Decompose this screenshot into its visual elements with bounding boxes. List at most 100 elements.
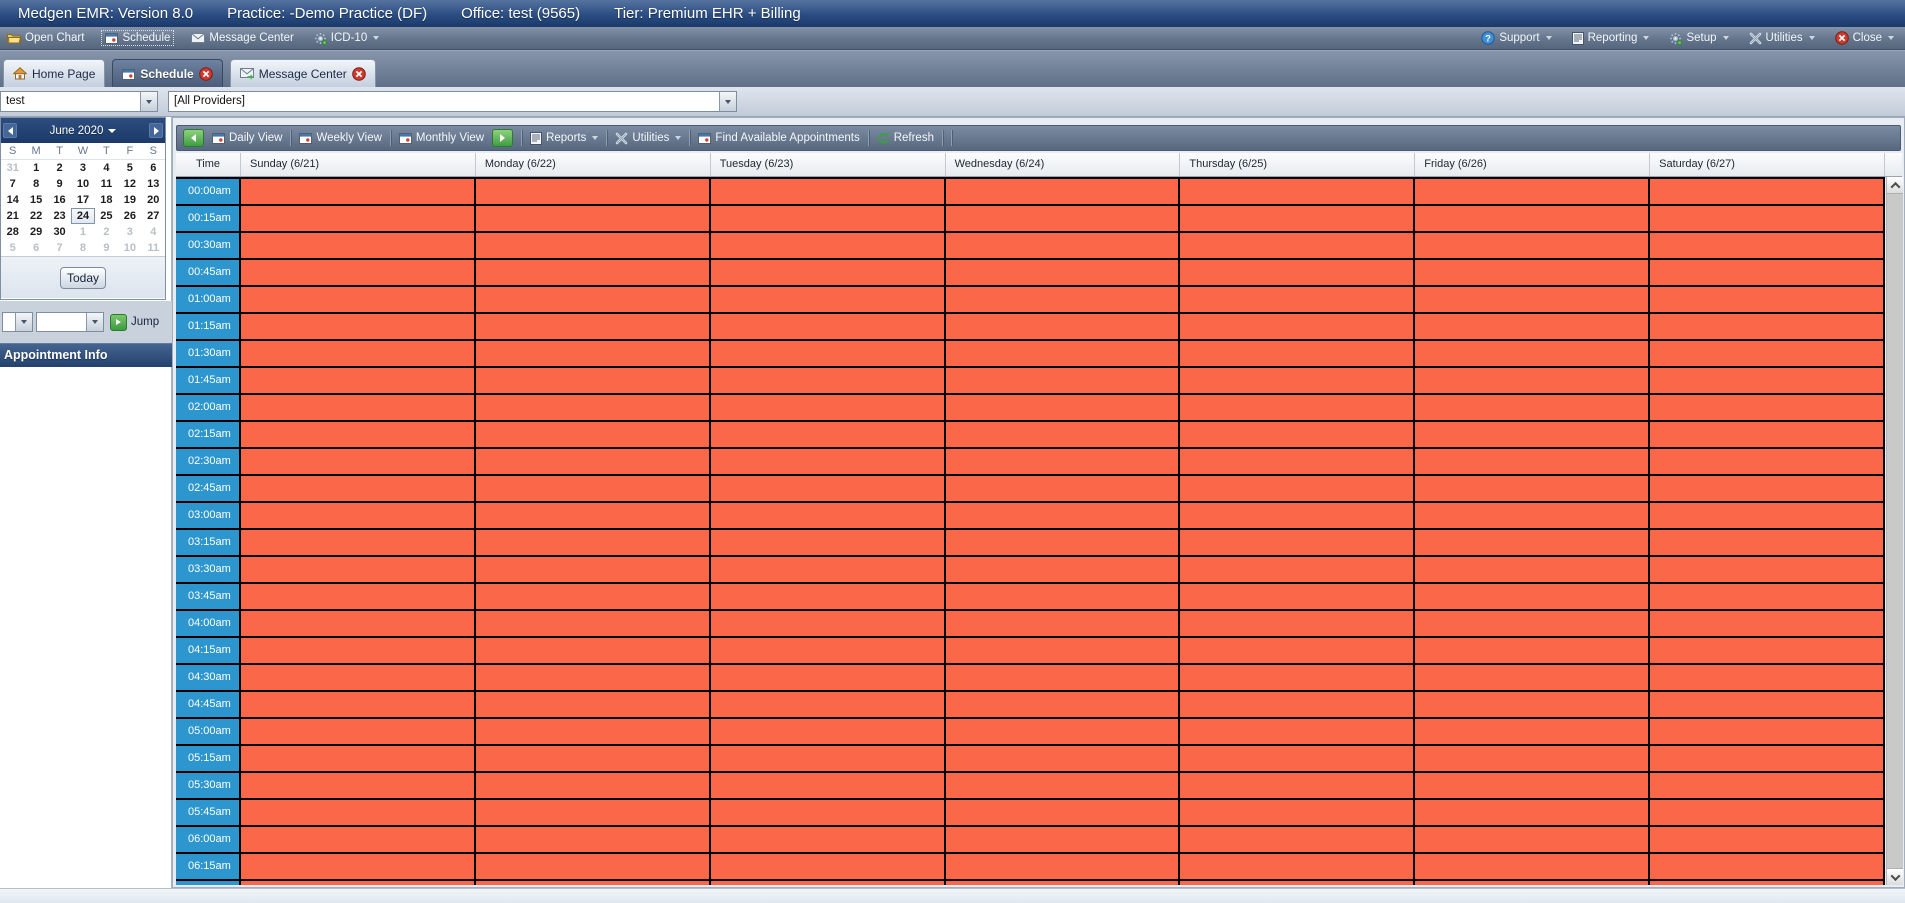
schedule-slot[interactable] [946,449,1181,476]
schedule-slot[interactable] [1180,206,1415,233]
schedule-slot[interactable] [1650,476,1885,503]
calendar-day[interactable]: 2 [95,224,118,240]
tab-schedule[interactable]: Schedule [112,59,222,87]
schedule-slot[interactable] [1180,287,1415,314]
schedule-slot[interactable] [476,530,711,557]
close-tab-icon[interactable] [352,67,366,81]
horizontal-scrollbar[interactable] [0,888,1905,903]
schedule-slot[interactable] [1415,611,1650,638]
schedule-slot[interactable] [1415,584,1650,611]
schedule-slot[interactable] [476,800,711,827]
schedule-slot[interactable] [1415,827,1650,854]
schedule-slot[interactable] [711,611,946,638]
calendar-day[interactable]: 14 [1,192,24,208]
schedule-slot[interactable] [711,395,946,422]
schedule-slot[interactable] [1180,854,1415,881]
schedule-slot[interactable] [1650,557,1885,584]
schedule-slot[interactable] [946,557,1181,584]
schedule-slot[interactable] [241,881,476,885]
schedule-slot[interactable] [1415,260,1650,287]
schedule-slot[interactable] [476,287,711,314]
schedule-slot[interactable] [1180,827,1415,854]
calendar-day[interactable]: 11 [95,176,118,192]
schedule-slot[interactable] [946,206,1181,233]
schedule-slot[interactable] [241,206,476,233]
chevron-down-icon[interactable] [86,313,103,331]
schedule-slot[interactable] [1415,422,1650,449]
provider-select[interactable]: [All Providers] [168,91,737,112]
toolbar-support[interactable]: ?Support [1478,30,1554,46]
schedule-slot[interactable] [1180,503,1415,530]
schedule-slot[interactable] [1415,692,1650,719]
schedule-slot[interactable] [711,827,946,854]
calendar-day[interactable]: 13 [142,176,165,192]
schedule-slot[interactable] [946,638,1181,665]
calendar-day[interactable]: 8 [71,240,94,256]
schedule-slot[interactable] [1180,422,1415,449]
schedule-slot[interactable] [241,395,476,422]
schedule-slot[interactable] [946,881,1181,885]
schedule-slot[interactable] [1650,584,1885,611]
schedule-slot[interactable] [1650,179,1885,206]
schedule-slot[interactable] [946,476,1181,503]
schedule-slot[interactable] [946,827,1181,854]
schedule-slot[interactable] [476,179,711,206]
calendar-day[interactable]: 1 [24,160,47,176]
schedule-slot[interactable] [946,422,1181,449]
sched-reports-button[interactable]: Reports [530,132,598,145]
calendar-day[interactable]: 26 [118,208,141,224]
schedule-slot[interactable] [1650,206,1885,233]
schedule-slot[interactable] [1180,260,1415,287]
schedule-slot[interactable] [711,449,946,476]
calendar-day[interactable]: 12 [118,176,141,192]
schedule-slot[interactable] [1415,287,1650,314]
schedule-slot[interactable] [476,665,711,692]
sched-monthly-view-button[interactable]: Monthly View [399,132,484,144]
schedule-slot[interactable] [946,692,1181,719]
tab-message-center[interactable]: Message Center [230,59,376,87]
schedule-slot[interactable] [1650,611,1885,638]
schedule-slot[interactable] [241,449,476,476]
schedule-slot[interactable] [946,854,1181,881]
schedule-slot[interactable] [241,773,476,800]
chevron-down-icon[interactable] [719,92,736,111]
chevron-down-icon[interactable] [140,92,157,111]
schedule-slot[interactable] [711,800,946,827]
schedule-slot[interactable] [476,395,711,422]
schedule-slot[interactable] [1650,287,1885,314]
calendar-day[interactable]: 10 [71,176,94,192]
schedule-slot[interactable] [1650,692,1885,719]
schedule-slot[interactable] [1180,773,1415,800]
schedule-slot[interactable] [946,773,1181,800]
schedule-slot[interactable] [946,368,1181,395]
schedule-slot[interactable] [1415,800,1650,827]
schedule-slot[interactable] [241,692,476,719]
schedule-slot[interactable] [711,557,946,584]
schedule-slot[interactable] [711,287,946,314]
schedule-slot[interactable] [241,746,476,773]
schedule-slot[interactable] [711,422,946,449]
calendar-day[interactable]: 17 [71,192,94,208]
calendar-day[interactable]: 15 [24,192,47,208]
calendar-day[interactable]: 4 [142,224,165,240]
schedule-slot[interactable] [241,557,476,584]
schedule-slot[interactable] [711,503,946,530]
schedule-slot[interactable] [946,395,1181,422]
schedule-slot[interactable] [1180,341,1415,368]
calendar-day[interactable]: 28 [1,224,24,240]
jump-hour-select[interactable] [2,312,33,332]
schedule-slot[interactable] [1180,395,1415,422]
schedule-slot[interactable] [1650,395,1885,422]
schedule-slot[interactable] [1650,719,1885,746]
schedule-slot[interactable] [1180,530,1415,557]
schedule-slot[interactable] [476,692,711,719]
calendar-day[interactable]: 25 [95,208,118,224]
toolbar-schedule[interactable]: Schedule [101,30,174,46]
calendar-month-label[interactable]: June 2020 [50,125,104,137]
schedule-slot[interactable] [476,881,711,885]
schedule-slot[interactable] [1180,584,1415,611]
schedule-slot[interactable] [241,287,476,314]
schedule-slot[interactable] [476,314,711,341]
calendar-day[interactable]: 27 [142,208,165,224]
calendar-day[interactable]: 9 [95,240,118,256]
